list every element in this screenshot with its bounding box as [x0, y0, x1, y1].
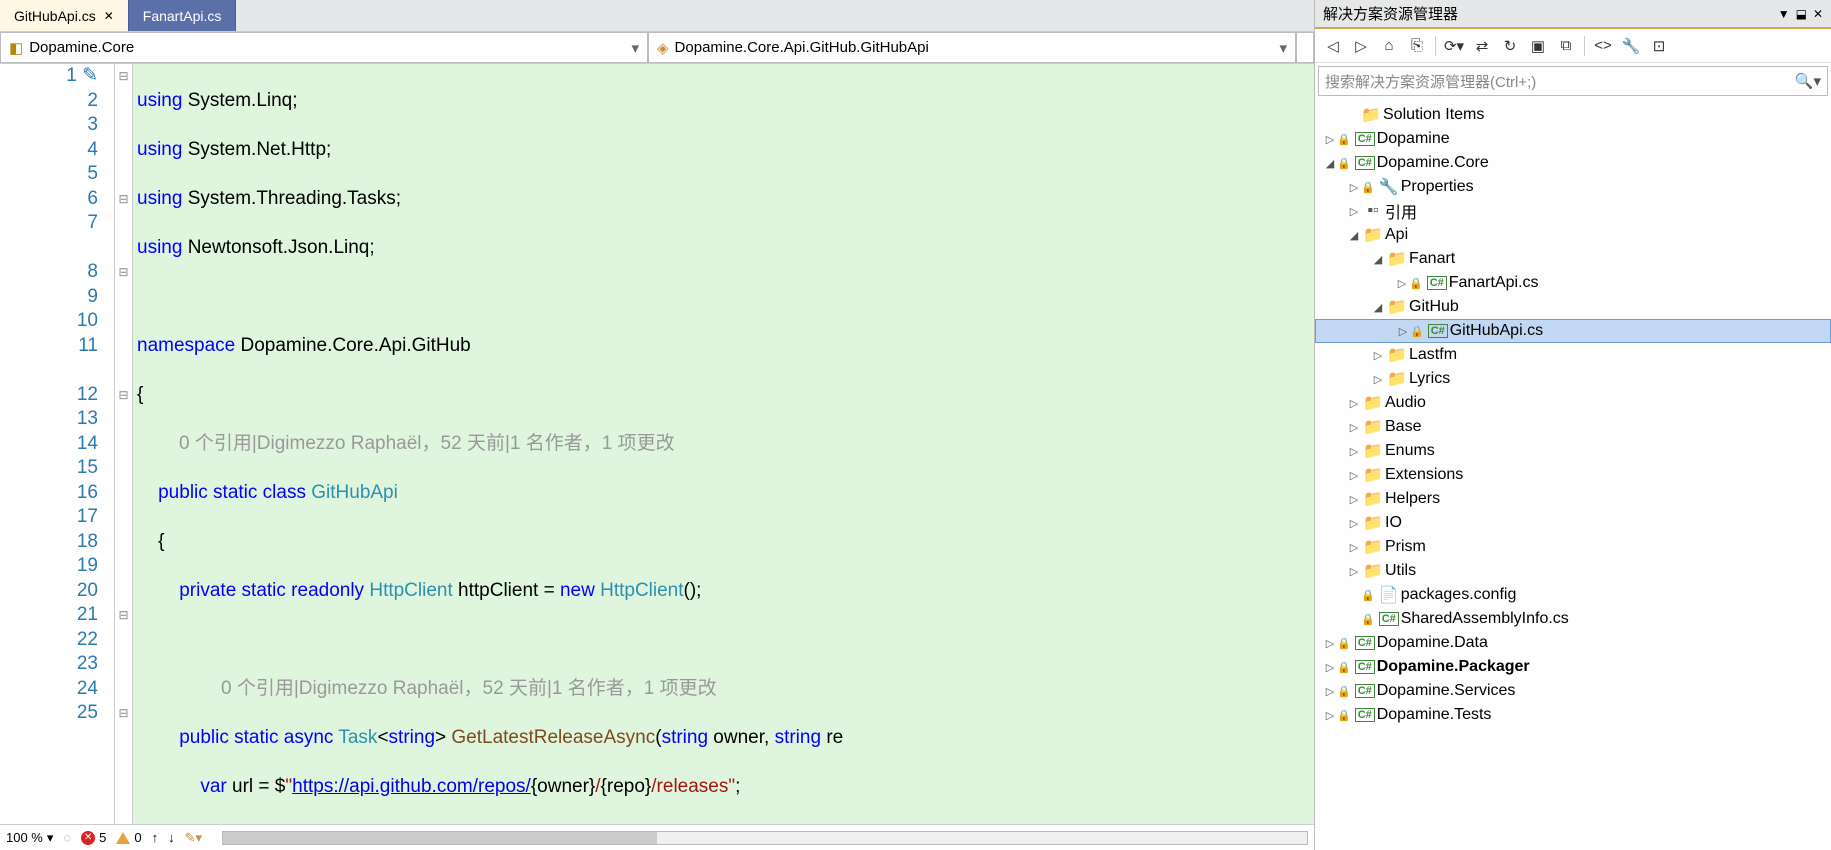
refresh-icon[interactable]: ↻	[1498, 34, 1522, 58]
project-name: Dopamine.Core	[29, 39, 134, 56]
status-bar: 100 % ▾ ◌ ✕5 0 ↑ ↓ ✎▾	[0, 824, 1314, 850]
solution-explorer: 解决方案资源管理器 ▼ ⬓ ✕ ◁ ▷ ⌂ ⎘ ⟳▾ ⇄ ↻ ▣ ⧉ <> 🔧 …	[1314, 0, 1831, 850]
chevron-down-icon: ▾	[47, 830, 54, 846]
tree-item-extensions[interactable]: ▷📁Extensions	[1315, 463, 1831, 487]
tree-item-dopamine-data[interactable]: ▷🔒C#Dopamine.Data	[1315, 631, 1831, 655]
editor-area: GitHubApi.cs ✕ FanartApi.cs ◧ Dopamine.C…	[0, 0, 1314, 850]
tree-item-utils[interactable]: ▷📁Utils	[1315, 559, 1831, 583]
warning-count[interactable]: 0	[116, 830, 141, 845]
line-gutter: 1 ✎2345 6789 10111213 1415161718 1920212…	[0, 64, 115, 824]
arrow-down-icon[interactable]: ↓	[168, 830, 175, 845]
close-icon[interactable]: ✕	[104, 9, 114, 23]
tree-item-github[interactable]: ◢📁GitHub	[1315, 295, 1831, 319]
info-icon[interactable]: ◌	[63, 830, 71, 845]
tree-item-lyrics[interactable]: ▷📁Lyrics	[1315, 367, 1831, 391]
tree-item-base[interactable]: ▷📁Base	[1315, 415, 1831, 439]
tree-item-io[interactable]: ▷📁IO	[1315, 511, 1831, 535]
arrow-up-icon[interactable]: ↑	[152, 830, 159, 845]
horizontal-scrollbar[interactable]	[222, 831, 1308, 845]
zoom-combo[interactable]: 100 % ▾	[6, 830, 53, 846]
tree-item-dopamine-services[interactable]: ▷🔒C#Dopamine.Services	[1315, 679, 1831, 703]
warning-icon	[116, 832, 130, 844]
tree-item-prism[interactable]: ▷📁Prism	[1315, 535, 1831, 559]
showall-icon[interactable]: ⧉	[1554, 34, 1578, 58]
member-combo[interactable]	[1296, 32, 1314, 63]
tree-item-enums[interactable]: ▷📁Enums	[1315, 439, 1831, 463]
fold-toggle[interactable]: ⊟	[115, 383, 132, 408]
tree-item-dopamine-tests[interactable]: ▷🔒C#Dopamine.Tests	[1315, 703, 1831, 727]
switch-icon[interactable]: ⇄	[1470, 34, 1494, 58]
tree-item-references[interactable]: ▷▪▫引用	[1315, 199, 1831, 223]
class-icon: ◈	[657, 39, 669, 57]
project-icon: ◧	[9, 39, 23, 57]
brush-icon[interactable]: ✎▾	[185, 830, 202, 846]
chevron-down-icon: ▾	[1279, 39, 1287, 57]
collapse-icon[interactable]: ▣	[1526, 34, 1550, 58]
project-combo[interactable]: ◧ Dopamine.Core ▾	[0, 32, 648, 63]
tree-item-packages[interactable]: 🔒📄packages.config	[1315, 583, 1831, 607]
tree-item-lastfm[interactable]: ▷📁Lastfm	[1315, 343, 1831, 367]
sync-icon[interactable]: ⎘	[1405, 34, 1429, 58]
class-name: Dopamine.Core.Api.GitHub.GitHubApi	[675, 39, 929, 56]
tree-item-dopamine[interactable]: ▷🔒C#Dopamine	[1315, 127, 1831, 151]
solution-search[interactable]: 搜索解决方案资源管理器(Ctrl+;) 🔍▾	[1318, 66, 1828, 96]
fold-column: ⊟ ⊟ ⊟ ⊟ ⊟ ⊟	[115, 64, 133, 824]
back-icon[interactable]: ◁	[1321, 34, 1345, 58]
solution-tree: 📁Solution Items ▷🔒C#Dopamine ◢🔒C#Dopamin…	[1315, 99, 1831, 850]
pin-icon[interactable]: ⬓	[1796, 7, 1807, 21]
tree-item-githubapi[interactable]: ▷🔒C#GitHubApi.cs	[1315, 319, 1831, 343]
error-icon: ✕	[81, 831, 95, 845]
error-count[interactable]: ✕5	[81, 830, 106, 845]
fold-toggle[interactable]: ⊟	[115, 260, 132, 285]
fold-toggle[interactable]: ⊟	[115, 187, 132, 212]
fold-toggle[interactable]: ⊟	[115, 701, 132, 726]
fold-toggle[interactable]: ⊟	[115, 64, 132, 89]
solution-explorer-title: 解决方案资源管理器 ▼ ⬓ ✕	[1315, 0, 1831, 29]
nav-bar: ◧ Dopamine.Core ▾ ◈ Dopamine.Core.Api.Gi…	[0, 32, 1314, 64]
tree-item-properties[interactable]: ▷🔒🔧Properties	[1315, 175, 1831, 199]
properties-icon[interactable]: 🔧	[1619, 34, 1643, 58]
tree-item-api[interactable]: ◢📁Api	[1315, 223, 1831, 247]
code-icon[interactable]: <>	[1591, 34, 1615, 58]
tab-fanartapi[interactable]: FanartApi.cs	[129, 0, 237, 31]
tree-item-helpers[interactable]: ▷📁Helpers	[1315, 487, 1831, 511]
tab-githubapi[interactable]: GitHubApi.cs ✕	[0, 0, 129, 31]
codelens[interactable]: 0 个引用|Digimezzo Raphaël，52 天前|1 名作者，1 项更…	[137, 433, 675, 454]
code-content[interactable]: using System.Linq; using System.Net.Http…	[133, 64, 1314, 824]
fold-toggle[interactable]: ⊟	[115, 603, 132, 628]
tree-item-fanartapi[interactable]: ▷🔒C#FanartApi.cs	[1315, 271, 1831, 295]
dropdown-icon[interactable]: ▼	[1778, 7, 1790, 21]
solution-toolbar: ◁ ▷ ⌂ ⎘ ⟳▾ ⇄ ↻ ▣ ⧉ <> 🔧 ⊡	[1315, 29, 1831, 63]
history-icon[interactable]: ⟳▾	[1442, 34, 1466, 58]
code-editor[interactable]: 1 ✎2345 6789 10111213 1415161718 1920212…	[0, 64, 1314, 824]
preview-icon[interactable]: ⊡	[1647, 34, 1671, 58]
class-combo[interactable]: ◈ Dopamine.Core.Api.GitHub.GitHubApi ▾	[648, 32, 1296, 63]
home-icon[interactable]: ⌂	[1377, 34, 1401, 58]
search-icon: 🔍▾	[1795, 72, 1821, 90]
tree-item-audio[interactable]: ▷📁Audio	[1315, 391, 1831, 415]
forward-icon[interactable]: ▷	[1349, 34, 1373, 58]
codelens[interactable]: 0 个引用|Digimezzo Raphaël，52 天前|1 名作者，1 项更…	[137, 678, 717, 699]
tree-item-dopamine-core[interactable]: ◢🔒C#Dopamine.Core	[1315, 151, 1831, 175]
tab-bar: GitHubApi.cs ✕ FanartApi.cs	[0, 0, 1314, 32]
tree-item-fanart[interactable]: ◢📁Fanart	[1315, 247, 1831, 271]
tree-item-sharedasm[interactable]: 🔒C#SharedAssemblyInfo.cs	[1315, 607, 1831, 631]
tree-item-solution-items[interactable]: 📁Solution Items	[1315, 103, 1831, 127]
tab-label: GitHubApi.cs	[14, 8, 96, 24]
tree-item-dopamine-packager[interactable]: ▷🔒C#Dopamine.Packager	[1315, 655, 1831, 679]
chevron-down-icon: ▾	[631, 39, 639, 57]
close-icon[interactable]: ✕	[1813, 7, 1823, 21]
tab-label: FanartApi.cs	[143, 8, 222, 24]
